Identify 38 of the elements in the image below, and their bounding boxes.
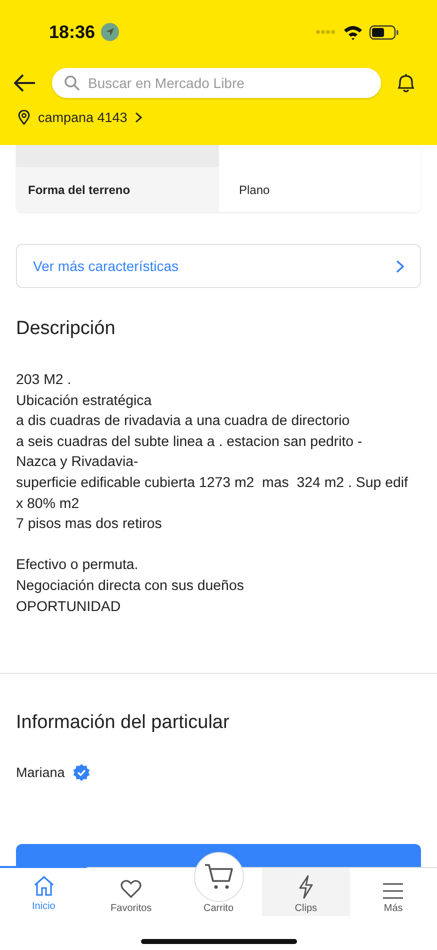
lightning-icon: [298, 875, 314, 899]
tab-bar-item[interactable]: Más: [350, 868, 437, 916]
section-title: Descripción: [16, 318, 116, 340]
notification-bell-icon[interactable]: [395, 72, 417, 94]
wifi-icon: [343, 24, 363, 40]
description-text: a dis cuadras de rivadavia a una cuadra de directorio: [16, 413, 350, 430]
back-arrow-icon[interactable]: [14, 74, 36, 92]
section-title: Información del particular: [16, 712, 230, 734]
description-text: Efectivo o permuta.: [16, 557, 138, 574]
home-icon: [32, 875, 55, 897]
spec-value: Plano: [219, 167, 421, 212]
description-text: a seis cuadras del subte linea a . estacion san pedrito -: [16, 434, 362, 450]
status-time: 18:36: [49, 22, 96, 42]
location-pin-icon: [18, 110, 30, 125]
seller-name: Mariana: [16, 765, 65, 780]
more-features-link[interactable]: Ver más características: [16, 244, 421, 288]
signal-icon: [315, 29, 337, 35]
spec-label: Forma del terreno: [16, 167, 219, 212]
tab-bar-item[interactable]: Inicio: [0, 866, 88, 914]
search-field[interactable]: Buscar en Mercado Libre: [52, 68, 381, 98]
description-text: Negociación directa con sus dueños: [16, 578, 244, 594]
tab-bar-item[interactable]: Clips: [262, 868, 350, 916]
description-text: 203 M2 .: [16, 372, 72, 388]
chevron-right-icon: [135, 112, 142, 123]
description-text: 7 pisos mas dos retiros: [16, 516, 162, 532]
cart-icon: [204, 863, 234, 891]
location-selector[interactable]: campana 4143: [0, 98, 160, 125]
description-text: OPORTUNIDAD: [16, 598, 121, 615]
description-text: superficie edificable cubierta 1273 m2 mas 324 m2 . Sup edif x 80% m2: [16, 474, 409, 512]
chevron-right-icon: [396, 260, 404, 272]
heart-icon: [120, 879, 142, 899]
search-icon: [64, 75, 80, 91]
battery-icon: [369, 24, 399, 40]
tab-bar-item[interactable]: Carrito: [174, 848, 262, 916]
description-text: Ubicación estratégica: [16, 392, 152, 409]
menu-icon: [382, 883, 404, 899]
tab-bar-item[interactable]: Favoritos: [87, 868, 175, 916]
description-text: Nazca y Rivadavia-: [16, 454, 138, 470]
